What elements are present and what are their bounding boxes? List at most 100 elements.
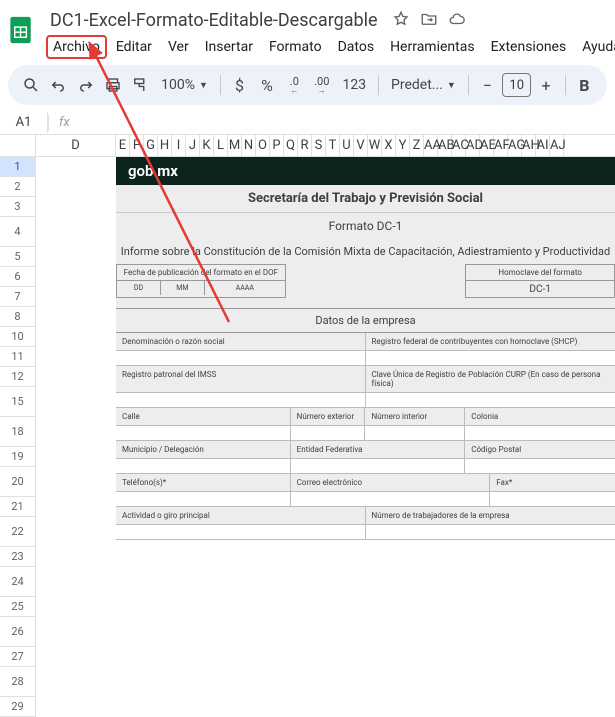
font-size-plus[interactable]: +: [533, 71, 558, 99]
row-header[interactable]: 29: [0, 697, 36, 717]
col-header[interactable]: K: [200, 135, 214, 156]
col-header[interactable]: AF: [494, 135, 508, 156]
menu-formato[interactable]: Formato: [262, 35, 329, 59]
document-title[interactable]: DC1-Excel-Formato-Editable-Descargable: [46, 8, 382, 33]
zoom-select[interactable]: 100%▼: [155, 77, 214, 93]
row-header[interactable]: 5: [0, 247, 36, 267]
row-header[interactable]: 3: [0, 197, 36, 217]
row-header[interactable]: 28: [0, 667, 36, 697]
sheet-body[interactable]: gob mx Secretaría del Trabajo y Previsió…: [36, 157, 615, 617]
row-header[interactable]: 15: [0, 387, 36, 417]
row-header[interactable]: 6: [0, 267, 36, 287]
datos-empresa-header: Datos de la empresa: [116, 308, 615, 333]
col-header[interactable]: V: [354, 135, 368, 156]
row-header[interactable]: 24: [0, 567, 36, 597]
doc-header: DC1-Excel-Formato-Editable-Descargable A…: [0, 0, 615, 59]
col-header[interactable]: G: [144, 135, 158, 156]
menu-editar[interactable]: Editar: [109, 35, 159, 59]
col-header[interactable]: AB: [438, 135, 452, 156]
row-header[interactable]: 12: [0, 367, 36, 387]
row-header[interactable]: 1: [0, 157, 36, 177]
col-header[interactable]: R: [298, 135, 312, 156]
row-header[interactable]: 18: [0, 417, 36, 447]
col-header[interactable]: Y: [396, 135, 410, 156]
name-box[interactable]: A1: [0, 112, 48, 133]
menu-ver[interactable]: Ver: [161, 35, 196, 59]
percent-button[interactable]: %: [254, 71, 279, 99]
col-header[interactable]: U: [340, 135, 354, 156]
row-header[interactable]: 25: [0, 597, 36, 617]
col-header[interactable]: AG: [508, 135, 522, 156]
row-header[interactable]: 2: [0, 177, 36, 197]
col-header[interactable]: AJ: [550, 135, 564, 156]
sheets-logo[interactable]: [6, 12, 38, 48]
menu-ayuda[interactable]: Ayuda: [575, 35, 615, 59]
col-header[interactable]: AI: [536, 135, 550, 156]
secretaria-title: Secretaría del Trabajo y Previsión Socia…: [116, 185, 615, 213]
row-header[interactable]: 10: [0, 327, 36, 347]
col-header[interactable]: M: [228, 135, 242, 156]
col-header[interactable]: Q: [284, 135, 298, 156]
row-headers[interactable]: 1234567810111215181920212223242526272829: [0, 157, 36, 617]
col-header[interactable]: D: [36, 135, 116, 156]
col-header[interactable]: P: [270, 135, 284, 156]
currency-button[interactable]: $: [227, 71, 252, 99]
row-header[interactable]: 27: [0, 647, 36, 667]
col-header[interactable]: O: [256, 135, 270, 156]
fecha-pub-label: Fecha de publicación del formato en el D…: [117, 265, 285, 280]
cloud-icon[interactable]: [448, 10, 466, 32]
row-header[interactable]: 19: [0, 447, 36, 467]
menu-archivo[interactable]: Archivo: [46, 35, 107, 59]
menu-herramientas[interactable]: Herramientas: [383, 35, 482, 59]
row-header[interactable]: 21: [0, 497, 36, 517]
col-header[interactable]: Z: [410, 135, 424, 156]
row-header[interactable]: 20: [0, 467, 36, 497]
col-header[interactable]: L: [214, 135, 228, 156]
formato-title: Formato DC-1: [116, 213, 615, 239]
number-format-button[interactable]: 123: [336, 77, 372, 93]
bold-button[interactable]: B: [572, 71, 597, 99]
col-header[interactable]: X: [382, 135, 396, 156]
column-headers[interactable]: D EFGHIJKLMNOPQRSTUVWXYZAAABACADAEAFAGAH…: [36, 135, 615, 156]
move-icon[interactable]: [420, 10, 438, 32]
formula-bar: A1 fx: [0, 111, 615, 135]
star-icon[interactable]: [392, 10, 410, 32]
font-size-minus[interactable]: −: [475, 71, 500, 99]
col-header[interactable]: W: [368, 135, 382, 156]
row-header[interactable]: 22: [0, 517, 36, 547]
increase-decimal-button[interactable]: .00→: [309, 71, 334, 99]
col-header[interactable]: H: [158, 135, 172, 156]
menu-extensiones[interactable]: Extensiones: [484, 35, 574, 59]
col-header[interactable]: J: [186, 135, 200, 156]
row-header[interactable]: 8: [0, 307, 36, 327]
search-icon[interactable]: [18, 71, 43, 99]
select-all-corner[interactable]: [0, 135, 36, 156]
gobmx-bar: gob mx: [116, 157, 615, 185]
formula-input[interactable]: [80, 113, 615, 132]
redo-icon[interactable]: [73, 71, 98, 99]
col-header[interactable]: AC: [452, 135, 466, 156]
col-header[interactable]: AH: [522, 135, 536, 156]
col-header[interactable]: AD: [466, 135, 480, 156]
col-header[interactable]: I: [172, 135, 186, 156]
paint-format-icon[interactable]: [128, 71, 153, 99]
col-header[interactable]: E: [116, 135, 130, 156]
col-header[interactable]: AE: [480, 135, 494, 156]
menu-insertar[interactable]: Insertar: [198, 35, 260, 59]
font-select[interactable]: Predet...▼: [385, 77, 462, 93]
font-size-input[interactable]: 10: [502, 73, 531, 97]
print-icon[interactable]: [100, 71, 125, 99]
row-header[interactable]: 7: [0, 287, 36, 307]
col-header[interactable]: N: [242, 135, 256, 156]
col-header[interactable]: F: [130, 135, 144, 156]
row-header[interactable]: 23: [0, 547, 36, 567]
menu-datos[interactable]: Datos: [331, 35, 381, 59]
row-header[interactable]: 4: [0, 217, 36, 247]
col-header[interactable]: AA: [424, 135, 438, 156]
decrease-decimal-button[interactable]: .0←: [282, 71, 307, 99]
undo-icon[interactable]: [45, 71, 70, 99]
col-header[interactable]: T: [326, 135, 340, 156]
col-header[interactable]: S: [312, 135, 326, 156]
row-header[interactable]: 11: [0, 347, 36, 367]
row-header[interactable]: 26: [0, 617, 36, 647]
